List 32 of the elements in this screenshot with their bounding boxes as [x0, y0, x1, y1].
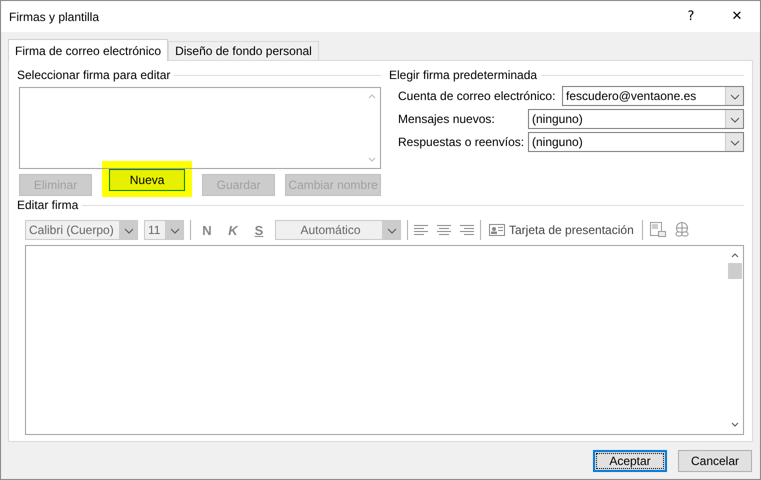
section-title: Editar firma	[17, 198, 78, 212]
button[interactable]: Nueva	[109, 169, 186, 191]
signature-list[interactable]	[19, 87, 381, 169]
picture-insert-icon[interactable]	[648, 221, 667, 239]
field-label: Mensajes nuevos:	[398, 112, 496, 126]
align-left-icon[interactable]	[414, 222, 430, 238]
tab[interactable]: Firma de correo electrónico	[8, 39, 168, 61]
scroll-thumb[interactable]	[728, 263, 742, 279]
help-button[interactable]: ?	[668, 1, 714, 32]
contact-card-icon	[489, 223, 505, 237]
button[interactable]: Aceptar	[593, 450, 667, 472]
button[interactable]: Cancelar	[678, 450, 752, 472]
dropdown[interactable]: (ninguno)	[528, 132, 744, 152]
section-title: Seleccionar firma para editar	[17, 68, 170, 82]
field-label: Cuenta de correo electrónico:	[398, 89, 556, 103]
dropdown[interactable]: Calibri (Cuerpo)	[25, 220, 138, 240]
dropdown[interactable]: (ninguno)	[528, 109, 744, 129]
window-title: Firmas y plantilla	[9, 10, 100, 24]
dropdown[interactable]: fescudero@ventaone.es	[562, 86, 744, 106]
close-button[interactable]: ✕	[714, 1, 760, 32]
italic-button[interactable]: K	[223, 222, 243, 238]
section-title: Elegir firma predeterminada	[389, 68, 538, 82]
tab[interactable]: Diseño de fondo personal	[168, 41, 319, 60]
align-center-icon[interactable]	[436, 222, 452, 238]
underline-button[interactable]: S	[249, 222, 269, 238]
business-card-button[interactable]: Tarjeta de presentación	[487, 223, 636, 237]
hyperlink-icon[interactable]	[672, 221, 691, 239]
bold-button[interactable]: N	[197, 222, 217, 238]
color-dropdown[interactable]: Automático	[275, 220, 401, 240]
field-label: Respuestas o reenvíos:	[398, 135, 524, 149]
align-right-icon[interactable]	[458, 222, 474, 238]
dropdown[interactable]: 11	[144, 220, 184, 240]
